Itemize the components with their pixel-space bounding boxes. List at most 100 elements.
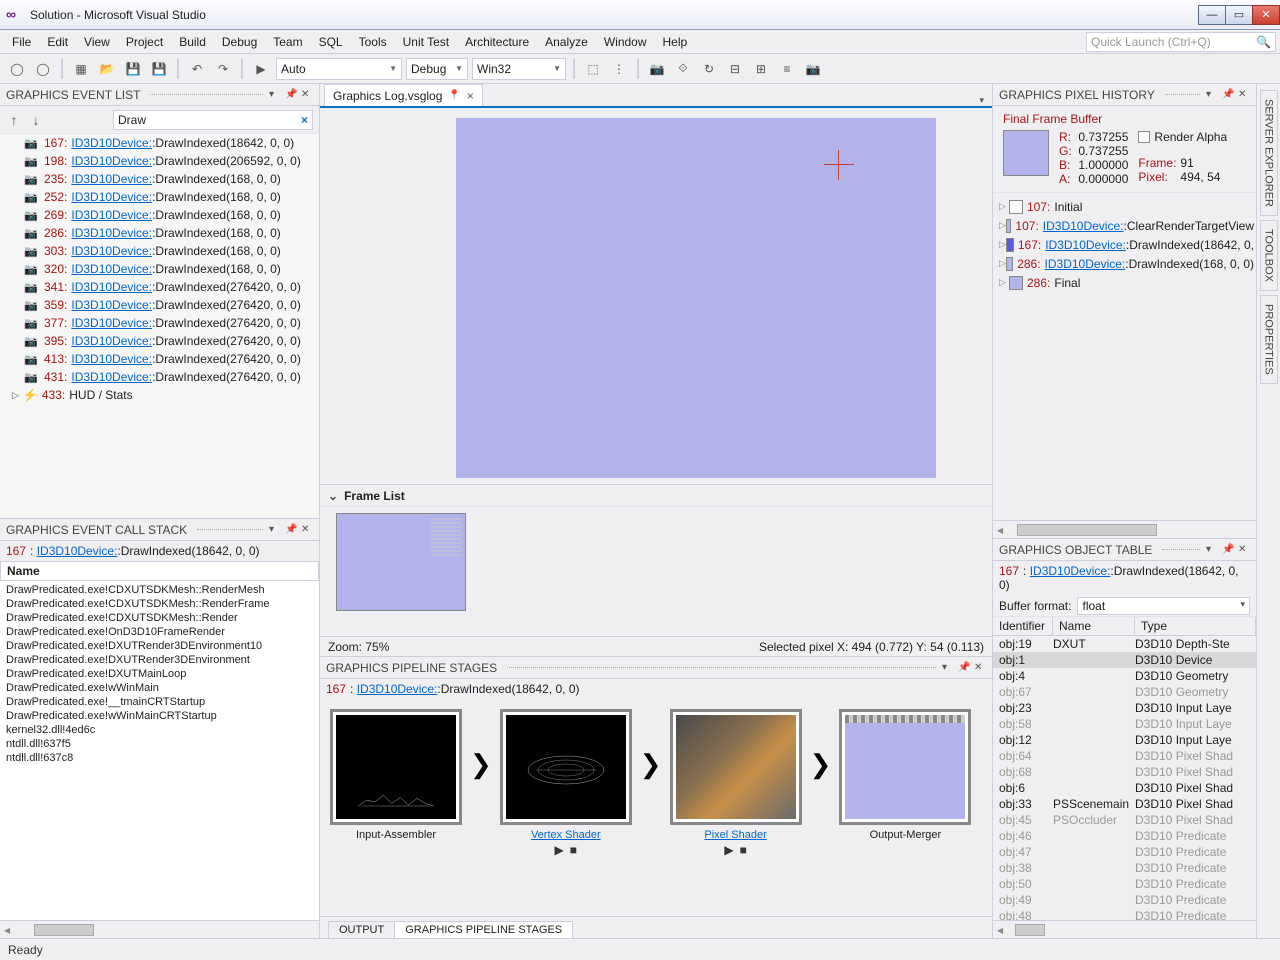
callstack-row[interactable]: DrawPredicated.exe!CDXUTSDKMesh::RenderM…	[6, 583, 313, 597]
event-row[interactable]: 📷269: ID3D10Device::DrawIndexed(168, 0, …	[0, 206, 319, 224]
play-icon[interactable]: ▶	[555, 843, 564, 857]
callstack-row[interactable]: ntdll.dll!637f5	[6, 737, 313, 751]
stop-icon[interactable]: ■	[570, 843, 577, 857]
dropdown-icon[interactable]: ▾	[942, 662, 954, 674]
event-row[interactable]: 📷359: ID3D10Device::DrawIndexed(276420, …	[0, 296, 319, 314]
event-row[interactable]: 📷395: ID3D10Device::DrawIndexed(276420, …	[0, 332, 319, 350]
down-arrow-button[interactable]: ↓	[28, 112, 44, 128]
object-row[interactable]: obj:47D3D10 Predicate	[993, 844, 1256, 860]
menu-team[interactable]: Team	[265, 32, 310, 52]
tool-icon[interactable]: ⬚	[582, 58, 604, 80]
history-icon[interactable]: ↻	[698, 58, 720, 80]
frame-list-header[interactable]: ⌄ Frame List	[320, 484, 992, 506]
tool-icon[interactable]: ⊞	[750, 58, 772, 80]
quick-launch[interactable]: Quick Launch (Ctrl+Q) 🔍	[1086, 32, 1276, 52]
pin-icon[interactable]: 📌	[958, 662, 970, 674]
stage-label[interactable]: Pixel Shader	[670, 829, 802, 841]
up-arrow-button[interactable]: ↑	[6, 112, 22, 128]
h-scrollbar[interactable]: ◂	[993, 920, 1256, 938]
menu-unittest[interactable]: Unit Test	[395, 32, 457, 52]
platform-combo[interactable]: Win32▼	[472, 58, 566, 80]
clear-icon[interactable]: ×	[301, 113, 308, 127]
object-row[interactable]: obj:50D3D10 Predicate	[993, 876, 1256, 892]
event-group-row[interactable]: ▷⚡433: HUD / Stats	[0, 386, 319, 404]
buffer-format-select[interactable]: float▾	[1077, 597, 1250, 615]
object-row[interactable]: obj:38D3D10 Predicate	[993, 860, 1256, 876]
open-button[interactable]: 📂	[96, 58, 118, 80]
event-row[interactable]: 📷198: ID3D10Device::DrawIndexed(206592, …	[0, 152, 319, 170]
callstack-row[interactable]: DrawPredicated.exe!CDXUTSDKMesh::RenderF…	[6, 597, 313, 611]
dropdown-icon[interactable]: ▾	[269, 524, 281, 536]
tab-pipeline-stages[interactable]: GRAPHICS PIPELINE STAGES	[394, 921, 573, 938]
close-icon[interactable]: ✕	[301, 524, 313, 536]
stage-output-merger[interactable]: Output-Merger	[839, 709, 971, 841]
pin-icon[interactable]: 📍	[448, 90, 460, 101]
close-icon[interactable]: ✕	[301, 89, 313, 101]
object-row[interactable]: obj:49D3D10 Predicate	[993, 892, 1256, 908]
callstack-row[interactable]: DrawPredicated.exe!DXUTMainLoop	[6, 667, 313, 681]
undo-button[interactable]: ↶	[186, 58, 208, 80]
event-row[interactable]: 📷341: ID3D10Device::DrawIndexed(276420, …	[0, 278, 319, 296]
object-row[interactable]: obj:19DXUTD3D10 Depth-Ste	[993, 636, 1256, 652]
object-row[interactable]: obj:48D3D10 Predicate	[993, 908, 1256, 920]
dropdown-icon[interactable]: ▾	[1206, 544, 1218, 556]
config-mode-combo[interactable]: Debug▼	[406, 58, 468, 80]
pin-icon[interactable]: 📌	[1222, 89, 1234, 101]
h-scrollbar[interactable]: ◂	[0, 920, 319, 938]
frame-thumbnails[interactable]	[320, 506, 992, 636]
event-list-body[interactable]: 📷167: ID3D10Device::DrawIndexed(18642, 0…	[0, 134, 319, 518]
pin-icon[interactable]: 📌	[285, 524, 297, 536]
save-all-button[interactable]: 💾	[148, 58, 170, 80]
config-auto-combo[interactable]: Auto▼	[276, 58, 402, 80]
object-table-body[interactable]: obj:19DXUTD3D10 Depth-Steobj:1D3D10 Devi…	[993, 636, 1256, 920]
pixel-history-row[interactable]: ▷286: ID3D10Device::DrawIndexed(168, 0, …	[995, 254, 1254, 273]
object-row[interactable]: obj:12D3D10 Input Laye	[993, 732, 1256, 748]
close-button[interactable]: ✕	[1252, 5, 1280, 25]
event-row[interactable]: 📷235: ID3D10Device::DrawIndexed(168, 0, …	[0, 170, 319, 188]
new-project-button[interactable]: ▦	[70, 58, 92, 80]
callstack-row[interactable]: kernel32.dll!4ed6c	[6, 723, 313, 737]
callstack-row[interactable]: DrawPredicated.exe!__tmainCRTStartup	[6, 695, 313, 709]
object-row[interactable]: obj:33PSScenemainD3D10 Pixel Shad	[993, 796, 1256, 812]
event-row[interactable]: 📷286: ID3D10Device::DrawIndexed(168, 0, …	[0, 224, 319, 242]
menu-view[interactable]: View	[76, 32, 118, 52]
menu-tools[interactable]: Tools	[351, 32, 395, 52]
tool-icon[interactable]: ≡	[776, 58, 798, 80]
redo-button[interactable]: ↷	[212, 58, 234, 80]
pin-icon[interactable]: 📌	[1222, 544, 1234, 556]
event-search-input[interactable]: Draw ×	[113, 110, 313, 130]
close-icon[interactable]: ✕	[1238, 89, 1250, 101]
event-row[interactable]: 📷303: ID3D10Device::DrawIndexed(168, 0, …	[0, 242, 319, 260]
callstack-row[interactable]: DrawPredicated.exe!wWinMain	[6, 681, 313, 695]
menu-file[interactable]: File	[4, 32, 39, 52]
event-row[interactable]: 📷252: ID3D10Device::DrawIndexed(168, 0, …	[0, 188, 319, 206]
menu-edit[interactable]: Edit	[39, 32, 76, 52]
menu-build[interactable]: Build	[171, 32, 214, 52]
frame-canvas-area[interactable]	[320, 108, 992, 484]
callstack-row[interactable]: DrawPredicated.exe!DXUTRender3DEnvironme…	[6, 639, 313, 653]
callstack-row[interactable]: DrawPredicated.exe!CDXUTSDKMesh::Render	[6, 611, 313, 625]
sidetab-properties[interactable]: PROPERTIES	[1260, 295, 1278, 384]
object-row[interactable]: obj:68D3D10 Pixel Shad	[993, 764, 1256, 780]
menu-window[interactable]: Window	[596, 32, 655, 52]
object-row[interactable]: obj:1D3D10 Device	[993, 652, 1256, 668]
event-row[interactable]: 📷377: ID3D10Device::DrawIndexed(276420, …	[0, 314, 319, 332]
tab-graphics-log[interactable]: Graphics Log.vsglog 📍 ×	[324, 84, 483, 106]
close-icon[interactable]: ✕	[1238, 544, 1250, 556]
frame-canvas[interactable]	[456, 118, 936, 478]
pixel-history-row[interactable]: ▷167: ID3D10Device::DrawIndexed(18642, 0…	[995, 235, 1254, 254]
tool-icon[interactable]: ⋮	[608, 58, 630, 80]
close-icon[interactable]: ✕	[974, 662, 986, 674]
event-row[interactable]: 📷167: ID3D10Device::DrawIndexed(18642, 0…	[0, 134, 319, 152]
pixel-history-row[interactable]: ▷107: Initial	[995, 197, 1254, 216]
menu-project[interactable]: Project	[118, 32, 171, 52]
object-row[interactable]: obj:46D3D10 Predicate	[993, 828, 1256, 844]
close-icon[interactable]: ×	[467, 89, 474, 103]
capture-icon[interactable]: 📷	[646, 58, 668, 80]
event-row[interactable]: 📷320: ID3D10Device::DrawIndexed(168, 0, …	[0, 260, 319, 278]
callstack-row[interactable]: DrawPredicated.exe!DXUTRender3DEnvironme…	[6, 653, 313, 667]
stage-pixel-shader[interactable]: Pixel Shader ▶■	[670, 709, 802, 857]
menu-help[interactable]: Help	[655, 32, 696, 52]
play-icon[interactable]: ▶	[724, 843, 733, 857]
render-alpha-checkbox[interactable]: Render Alpha	[1138, 130, 1227, 144]
